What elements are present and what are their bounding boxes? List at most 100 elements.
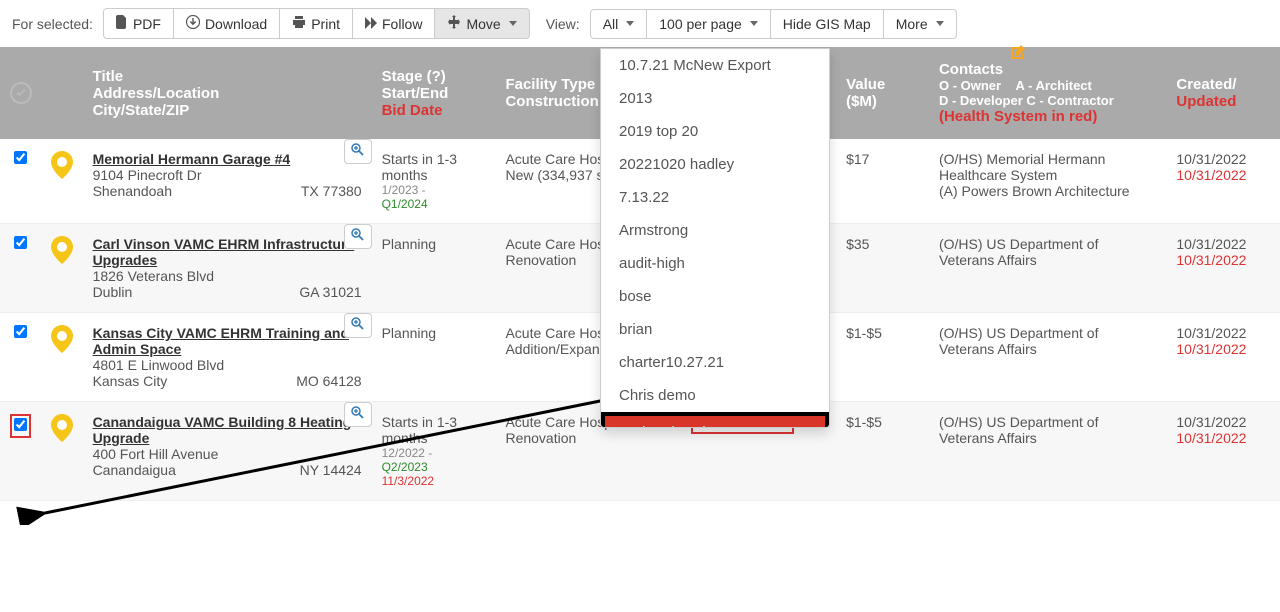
bid-date-text: 11/3/2022 [382,474,486,488]
legend-health-red: (Health System in red) [939,108,1156,125]
dates-text: 12/2022 - [382,446,486,460]
follow-button[interactable]: Follow [353,8,435,39]
stage-text: Starts in 1-3 months [382,414,486,446]
header-contacts: Contacts O - Owner A - Architect D - Dev… [929,47,1166,139]
preview-button[interactable] [344,139,372,164]
preview-button[interactable] [344,402,372,427]
header-created: Created/ Updated [1166,47,1280,139]
project-title-link[interactable]: Canandaigua VAMC Building 8 Heating Upgr… [93,414,362,446]
dates-end-text: Q1/2024 [382,197,486,211]
dropdown-item[interactable]: 7.13.22 [601,181,829,214]
value-text: $1-$5 [836,313,929,402]
all-button[interactable]: All [590,9,648,39]
header-title-text: Title [93,68,362,85]
move-button[interactable]: Move [435,8,529,39]
dropdown-item[interactable]: 10.7.21 McNew Export [601,49,829,82]
header-pin [41,47,82,139]
dropdown-item[interactable]: charter10.27.21 [601,346,829,379]
select-all-checkbox[interactable] [10,82,32,104]
updated-text: 10/31/2022 [1176,167,1270,183]
header-title: Title Address/Location City/State/ZIP [83,47,372,139]
stage-text: Starts in 1-3 months [382,151,486,183]
move-label: Move [466,16,500,32]
legend-owner: O - Owner [939,78,1001,93]
header-bid-text: Bid Date [382,102,486,119]
perpage-button[interactable]: 100 per page [647,9,771,39]
address-line: 4801 E Linwood Blvd [93,357,362,373]
created-text: 10/31/2022 [1176,325,1270,341]
download-label: Download [205,16,267,32]
move-dropdown[interactable]: 10.7.21 McNew Export 2013 2019 top 20 20… [600,48,830,428]
hide-gis-label: Hide GIS Map [783,16,871,32]
contact-line: (O/HS) US Department of Veterans Affairs [939,414,1156,446]
row-checkbox[interactable] [14,418,27,431]
project-title-link[interactable]: Memorial Hermann Garage #4 [93,151,291,167]
header-stage-text: Stage (?) [382,68,486,85]
address-line: 1826 Veterans Blvd [93,268,362,284]
preview-button[interactable] [344,224,372,249]
move-icon [447,15,461,32]
for-selected-label: For selected: [12,16,93,32]
caret-icon [936,21,944,26]
address-line: 9104 Pinecroft Dr [93,167,362,183]
view-actions: All 100 per page Hide GIS Map More [590,9,957,39]
map-pin-icon[interactable] [51,236,73,264]
dropdown-item[interactable]: bose [601,280,829,313]
map-pin-icon[interactable] [51,414,73,442]
contact-line: (O/HS) Memorial Hermann Healthcare Syste… [939,151,1156,183]
header-check [0,47,41,139]
project-title-link[interactable]: Carl Vinson VAMC EHRM Infrastructure Upg… [93,236,362,268]
caret-icon [509,21,517,26]
value-text: $1-$5 [836,402,929,501]
header-contacts-text: Contacts [939,61,1003,78]
dropdown-item[interactable]: Chris demo [601,379,829,412]
header-updated-text: Updated [1176,93,1270,110]
file-icon [116,15,128,32]
contact-line: (O/HS) US Department of Veterans Affairs [939,236,1156,268]
dropdown-item[interactable]: brian [601,313,829,346]
updated-text: 10/31/2022 [1176,252,1270,268]
dropdown-item[interactable]: Armstrong [601,214,829,247]
stage-text: Planning [382,325,486,341]
map-pin-icon[interactable] [51,325,73,353]
dropdown-item[interactable]: 2019 top 20 [601,115,829,148]
header-address-text: Address/Location [93,85,362,102]
row-checkbox[interactable] [14,236,27,249]
print-label: Print [311,16,340,32]
header-city-text: City/State/ZIP [93,102,362,119]
contact-line: (O/HS) US Department of Veterans Affairs [939,325,1156,357]
more-label: More [896,16,928,32]
selection-actions: PDF Download Print Follow Move [103,8,530,39]
download-icon [186,15,200,32]
dropdown-item[interactable]: 2013 [601,82,829,115]
view-label: View: [546,16,580,32]
city-line: ShenandoahTX 77380 [93,183,362,199]
created-text: 10/31/2022 [1176,151,1270,167]
stage-text: Planning [382,236,486,252]
header-stage: Stage (?) Start/End Bid Date [372,47,496,139]
pdf-button[interactable]: PDF [103,8,174,39]
dropdown-item[interactable]: 20221020 hadley [601,148,829,181]
download-button[interactable]: Download [174,8,280,39]
updated-text: 10/31/2022 [1176,430,1270,446]
value-text: $17 [836,139,929,224]
hide-gis-button[interactable]: Hide GIS Map [771,9,884,39]
row-checkbox[interactable] [14,151,27,164]
toolbar: For selected: PDF Download Print Follow … [0,0,1280,47]
city-line: Kansas CityMO 64128 [93,373,362,389]
map-pin-icon[interactable] [51,151,73,179]
updated-text: 10/31/2022 [1176,341,1270,357]
dropdown-item[interactable]: audit-high [601,247,829,280]
dropdown-item-deleted-projects[interactable]: Deleted Projects [601,412,829,428]
print-button[interactable]: Print [280,8,353,39]
more-button[interactable]: More [884,9,957,39]
preview-button[interactable] [344,313,372,338]
caret-icon [626,21,634,26]
pdf-label: PDF [133,16,161,32]
city-line: DublinGA 31021 [93,284,362,300]
legend-contractor: C - Contractor [1026,93,1113,108]
created-text: 10/31/2022 [1176,414,1270,430]
row-checkbox[interactable] [14,325,27,338]
edit-icon[interactable] [1009,45,1025,65]
project-title-link[interactable]: Kansas City VAMC EHRM Training and Admin… [93,325,362,357]
